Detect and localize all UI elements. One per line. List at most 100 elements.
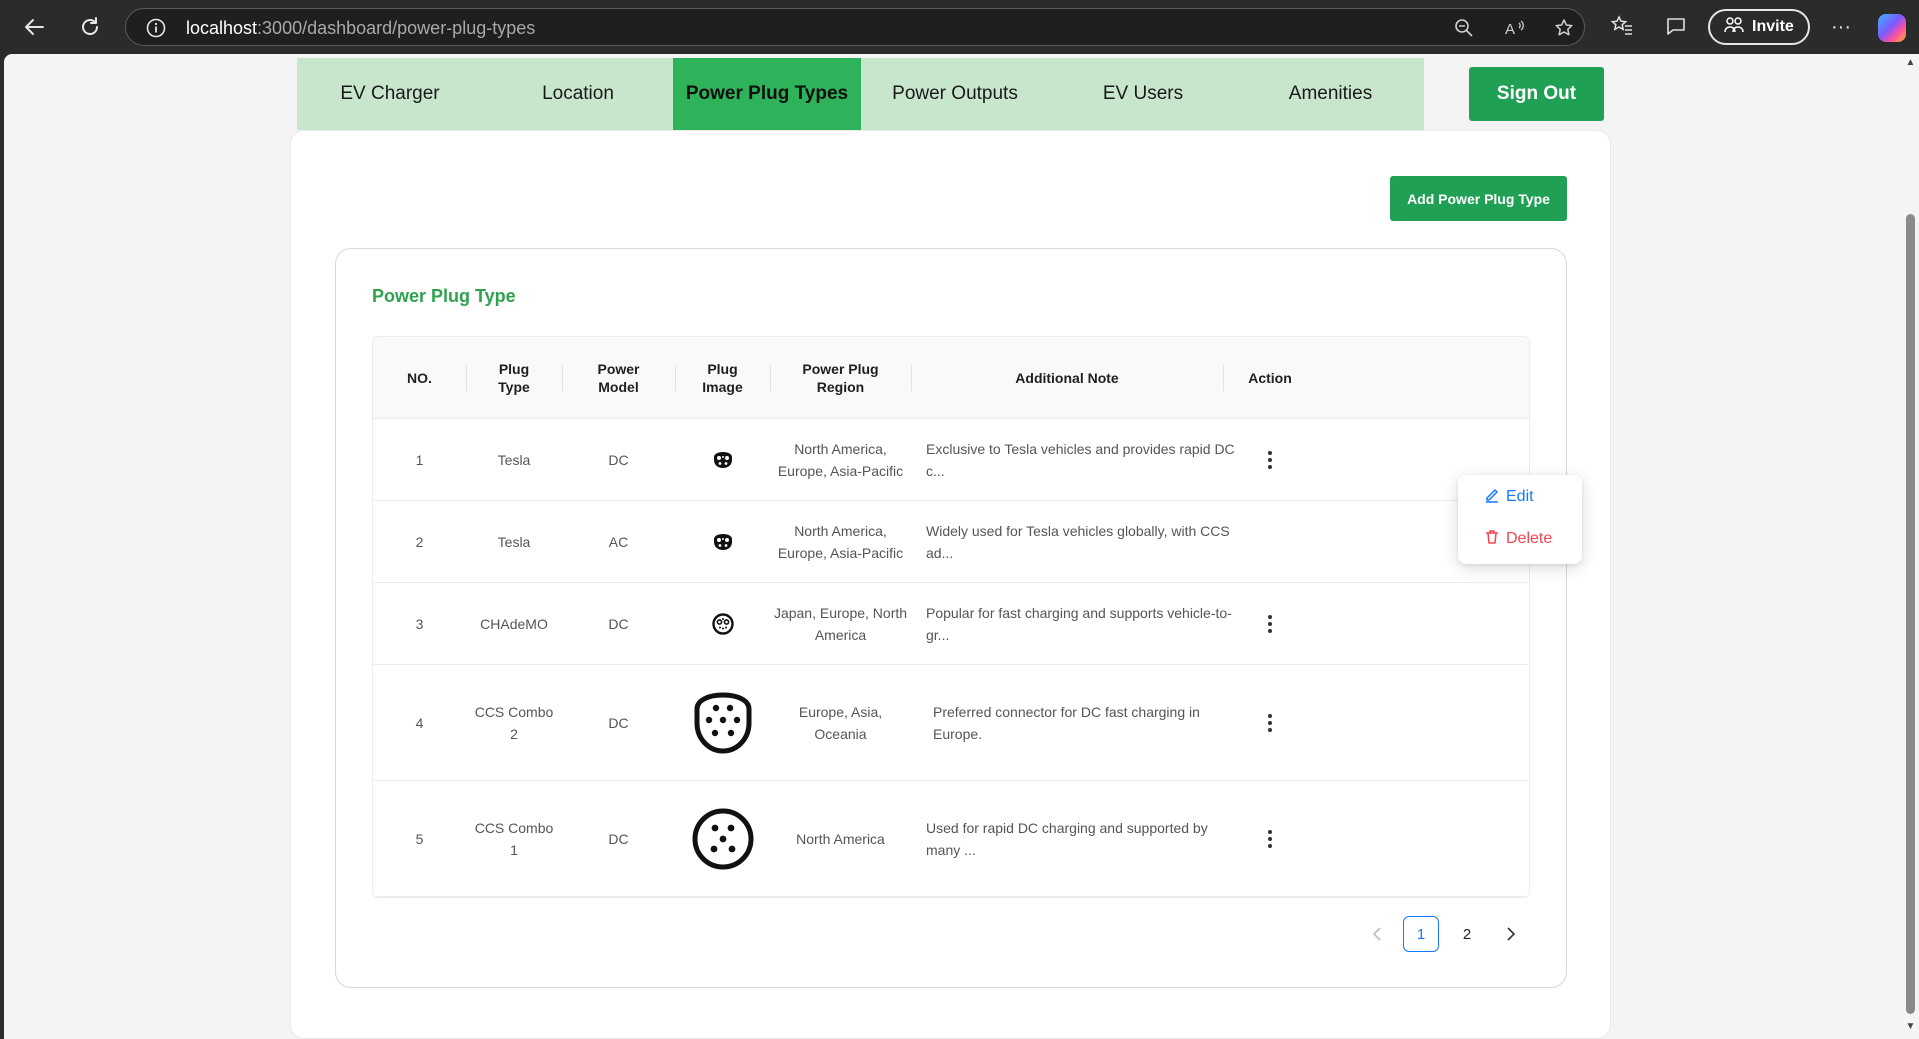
cell-power-model: DC	[608, 830, 629, 847]
back-icon[interactable]	[16, 9, 52, 45]
cell-plug-type: Tesla	[497, 451, 531, 468]
cell-no: 4	[415, 714, 424, 731]
invite-button[interactable]: Invite	[1708, 9, 1810, 45]
header-action: Action	[1248, 370, 1292, 386]
cell-no: 1	[415, 451, 424, 468]
favorites-icon[interactable]	[1610, 14, 1636, 40]
table-header: NO. Plug Type Power Model Plug Image Pow…	[373, 337, 1529, 419]
card-title: Power Plug Type	[372, 286, 516, 306]
cell-no: 5	[415, 830, 424, 847]
more-menu-icon[interactable]: ···	[1828, 14, 1854, 40]
header-plug-type: Plug Type	[498, 361, 530, 395]
tab-label: EV Users	[1102, 83, 1184, 104]
tab-label: Power Plug Types	[685, 83, 849, 104]
ccs1-plug-icon	[675, 781, 770, 896]
table-row: 2 Tesla AC North America, Europe, Asia-Paci…	[373, 501, 1529, 583]
cell-power-model: DC	[608, 451, 629, 468]
read-aloud-icon[interactable]: A	[1504, 18, 1524, 38]
header-plug-image: Plug Image	[702, 361, 743, 395]
cell-plug-type: CCS Combo 2	[474, 703, 554, 742]
edit-label: Edit	[1506, 488, 1534, 505]
svg-text:A: A	[1505, 21, 1515, 38]
header-no: NO.	[407, 370, 432, 386]
people-icon	[1724, 16, 1744, 39]
cell-power-model: DC	[608, 714, 629, 731]
cell-note: Popular for fast charging and supports v…	[926, 604, 1232, 643]
cell-region: North America, Europe, Asia-Pacific	[777, 440, 904, 479]
cell-power-model: DC	[608, 615, 629, 632]
page-2-button[interactable]: 2	[1449, 916, 1485, 952]
chat-icon[interactable]	[1664, 14, 1690, 40]
action-cell	[1223, 665, 1317, 780]
edit-pencil-icon	[1484, 487, 1500, 508]
address-bar[interactable]: localhost:3000/dashboard/power-plug-type…	[125, 8, 1585, 46]
cell-note: Preferred connector for DC fast charging…	[933, 703, 1200, 742]
tab-amenities[interactable]: Amenities	[1237, 58, 1424, 130]
scroll-down-icon[interactable]: ▼	[1905, 1022, 1916, 1032]
zoom-icon[interactable]	[1454, 18, 1474, 38]
header-additional-note: Additional Note	[1015, 370, 1119, 386]
url-host: localhost	[186, 18, 258, 38]
header-power-model: Power Model	[597, 361, 640, 395]
delete-label: Delete	[1506, 530, 1553, 547]
scrollbar-thumb[interactable]	[1906, 214, 1915, 1014]
add-power-plug-type-button[interactable]: Add Power Plug Type	[1390, 176, 1567, 221]
next-page-icon[interactable]	[1496, 916, 1526, 952]
cell-note: Used for rapid DC charging and supported…	[926, 819, 1208, 858]
ccs2-plug-icon	[675, 665, 770, 780]
cell-no: 2	[415, 533, 424, 550]
cell-region: Europe, Asia, Oceania	[798, 703, 883, 742]
cell-region: North America	[796, 830, 885, 847]
more-vertical-icon[interactable]	[1258, 711, 1282, 735]
more-vertical-icon[interactable]	[1258, 448, 1282, 472]
page-1-button[interactable]: 1	[1403, 916, 1439, 952]
table-row: 4 CCS Combo 2 DC Europe, Asia, Oceania Prefe…	[373, 665, 1529, 781]
delete-menu-item[interactable]: Delete	[1484, 527, 1552, 551]
edit-menu-item[interactable]: Edit	[1484, 485, 1534, 509]
cell-region: North America, Europe, Asia-Pacific	[777, 522, 904, 561]
action-cell	[1223, 583, 1317, 664]
tab-label: EV Charger	[340, 83, 440, 104]
copilot-icon[interactable]	[1878, 14, 1906, 42]
browser-toolbar: localhost:3000/dashboard/power-plug-type…	[0, 0, 1919, 54]
cell-no: 3	[415, 615, 424, 632]
scrollbar[interactable]: ▲ ▼	[1902, 54, 1919, 1039]
tab-label: Power Outputs	[892, 83, 1018, 104]
cell-plug-type: CCS Combo 1	[474, 819, 554, 858]
action-cell	[1223, 501, 1317, 582]
tab-label: Amenities	[1288, 83, 1373, 104]
action-cell	[1223, 419, 1317, 500]
tab-ev-users[interactable]: EV Users	[1049, 58, 1237, 130]
action-cell	[1223, 781, 1317, 896]
tab-power-outputs[interactable]: Power Outputs	[861, 58, 1049, 130]
header-region: Power Plug Region	[802, 361, 879, 395]
chademo-plug-icon	[675, 583, 770, 664]
dashboard-tabs: EV Charger Location Power Plug Types Pow…	[297, 58, 1424, 130]
prev-page-icon[interactable]	[1362, 916, 1392, 952]
tesla-plug-icon	[675, 501, 770, 582]
cell-plug-type: CHAdeMO	[480, 615, 548, 632]
scroll-up-icon[interactable]: ▲	[1905, 58, 1916, 68]
power-plug-table: NO. Plug Type Power Model Plug Image Pow…	[372, 336, 1530, 898]
table-row: 3 CHAdeMO DC Japan, Europe, North America Po…	[373, 583, 1529, 665]
tesla-plug-icon	[675, 419, 770, 500]
tab-location[interactable]: Location	[483, 58, 673, 130]
cell-power-model: AC	[608, 533, 629, 550]
site-info-icon[interactable]	[146, 18, 166, 43]
sign-out-button[interactable]: Sign Out	[1469, 67, 1604, 121]
more-vertical-icon[interactable]	[1258, 827, 1282, 851]
table-row: 1 Tesla DC North America, Europe, Asia-Paci…	[373, 419, 1529, 501]
cell-plug-type: Tesla	[497, 533, 531, 550]
trash-icon	[1484, 529, 1500, 550]
tab-ev-charger[interactable]: EV Charger	[297, 58, 483, 130]
tab-power-plug-types[interactable]: Power Plug Types	[673, 58, 861, 130]
more-vertical-icon[interactable]	[1258, 612, 1282, 636]
table-row: 5 CCS Combo 1 DC North America Used for rapi…	[373, 781, 1529, 897]
tab-label: Location	[542, 83, 614, 104]
cell-note: Widely used for Tesla vehicles globally,…	[926, 522, 1230, 561]
url-path: :3000/dashboard/power-plug-types	[257, 18, 536, 38]
url-text: localhost:3000/dashboard/power-plug-type…	[186, 18, 535, 39]
invite-label: Invite	[1752, 18, 1794, 35]
favorite-star-icon[interactable]	[1554, 18, 1574, 38]
refresh-icon[interactable]	[72, 9, 108, 45]
